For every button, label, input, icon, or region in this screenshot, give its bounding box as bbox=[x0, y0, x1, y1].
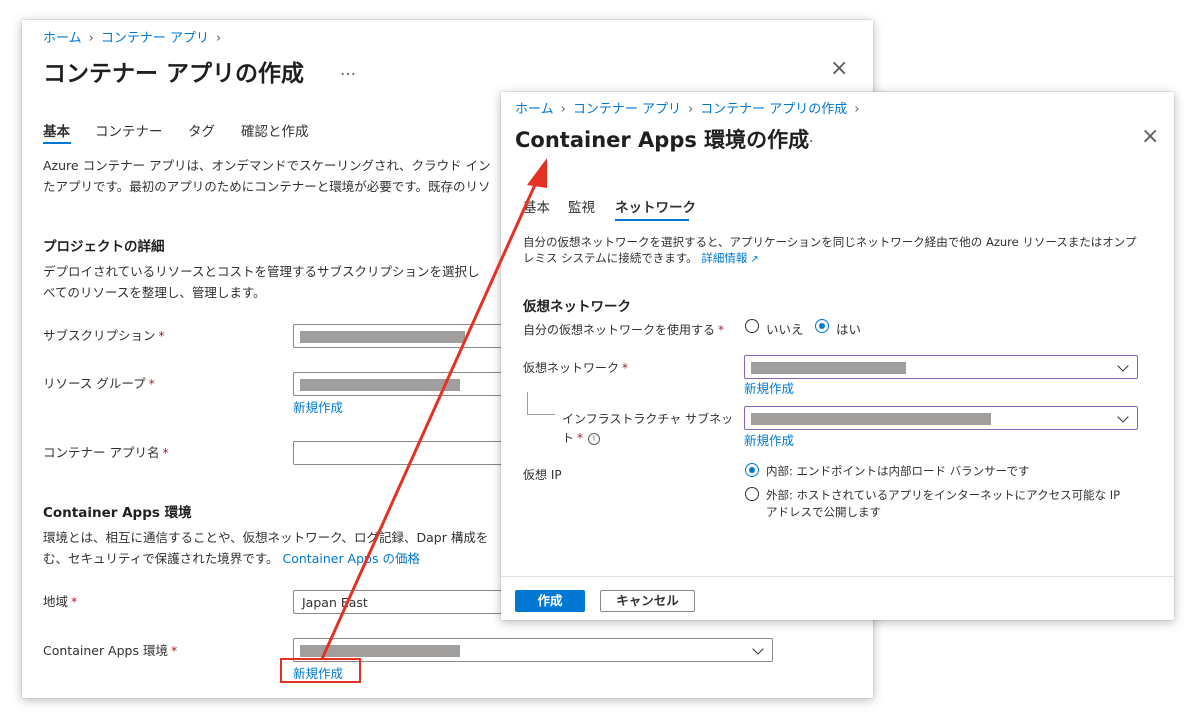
subnet-new-link[interactable]: 新規作成 bbox=[744, 430, 794, 449]
close-icon[interactable]: × bbox=[830, 56, 848, 81]
subscription-select[interactable] bbox=[293, 324, 513, 348]
project-text-line1: デプロイされているリソースとコストを管理するサブスクリプションを選択し bbox=[43, 264, 480, 279]
close-icon[interactable]: × bbox=[1141, 124, 1159, 149]
radio-no-label: いいえ bbox=[766, 322, 804, 337]
radio-internal[interactable] bbox=[745, 463, 759, 477]
radio-no[interactable] bbox=[745, 319, 759, 333]
tab-container[interactable]: コンテナー bbox=[95, 120, 163, 140]
redacted-value bbox=[300, 331, 465, 343]
breadcrumb-container-apps[interactable]: コンテナー アプリ bbox=[101, 31, 209, 46]
vnet-label: 仮想ネットワーク * bbox=[523, 361, 629, 375]
external-link-icon: ↗ bbox=[750, 254, 759, 265]
radio-external[interactable] bbox=[745, 487, 759, 501]
breadcrumb: ホーム › コンテナー アプリ › bbox=[43, 31, 222, 46]
chevron-down-icon bbox=[1117, 411, 1129, 423]
resource-group-select[interactable] bbox=[293, 372, 513, 396]
environment-heading: Container Apps 環境 bbox=[43, 505, 192, 521]
resource-group-new-link[interactable]: 新規作成 bbox=[293, 397, 343, 416]
pricing-link[interactable]: Container Apps の価格 bbox=[283, 551, 420, 566]
breadcrumb-create-app[interactable]: コンテナー アプリの作成 bbox=[700, 102, 847, 117]
vnet-select[interactable] bbox=[744, 355, 1138, 379]
subscription-label: サブスクリプション * bbox=[43, 328, 165, 343]
environment-select[interactable] bbox=[293, 638, 773, 662]
subnet-select[interactable] bbox=[744, 406, 1138, 430]
environment-text-line2: む、セキュリティで保護された境界です。 Container Apps の価格 bbox=[43, 551, 420, 566]
app-name-input[interactable] bbox=[293, 441, 513, 465]
environment-text-line1: 環境とは、相互に通信することや、仮想ネットワーク、ログ記録、Dapr 構成を bbox=[43, 530, 489, 545]
vnet-new-link[interactable]: 新規作成 bbox=[744, 378, 794, 397]
page-title: Container Apps 環境の作成 bbox=[515, 128, 810, 152]
radio-yes[interactable] bbox=[815, 319, 829, 333]
redacted-value bbox=[300, 379, 460, 391]
subnet-label: インフラストラクチャ サブネッ bbox=[562, 412, 734, 426]
tab-basics[interactable]: 基本 bbox=[523, 196, 550, 216]
project-text-line2: べてのリソースを整理し、管理します。 bbox=[43, 285, 266, 300]
footer-divider bbox=[501, 576, 1174, 577]
description-line2: レミス システムに接続できます。 詳細情報 ↗ bbox=[523, 251, 759, 265]
breadcrumb: ホーム › コンテナー アプリ › コンテナー アプリの作成 › bbox=[515, 102, 860, 117]
redacted-value bbox=[300, 645, 460, 657]
page-title: コンテナー アプリの作成 bbox=[43, 61, 305, 87]
vnet-heading: 仮想ネットワーク bbox=[523, 299, 631, 315]
chevron-down-icon bbox=[1117, 360, 1129, 372]
subnet-label-continued: ト * i bbox=[562, 429, 601, 446]
chevron-down-icon bbox=[752, 643, 764, 655]
tab-review-create[interactable]: 確認と作成 bbox=[241, 120, 309, 140]
radio-external-label: 外部: ホストされているアプリをインターネットにアクセス可能な IP bbox=[766, 488, 1121, 502]
tab-basics[interactable]: 基本 bbox=[43, 120, 70, 140]
use-own-vnet-label: 自分の仮想ネットワークを使用する * bbox=[523, 323, 725, 337]
intro-text-line2: たアプリです。最初のアプリのためにコンテナーと環境が必要です。既存のリソ bbox=[43, 179, 491, 194]
virtual-ip-label: 仮想 IP bbox=[523, 468, 562, 482]
breadcrumb-container-apps[interactable]: コンテナー アプリ bbox=[573, 102, 681, 117]
more-options-icon[interactable]: … bbox=[340, 60, 356, 79]
tab-networking[interactable]: ネットワーク bbox=[615, 196, 696, 216]
create-button[interactable]: 作成 bbox=[515, 590, 585, 612]
breadcrumb-home[interactable]: ホーム bbox=[515, 102, 554, 117]
region-label: 地域 * bbox=[43, 594, 78, 609]
info-icon[interactable]: i bbox=[588, 432, 601, 445]
radio-internal-label: 内部: エンドポイントは内部ロード バランサーです bbox=[766, 464, 1030, 478]
project-details-heading: プロジェクトの詳細 bbox=[43, 239, 165, 255]
app-name-label: コンテナー アプリ名 * bbox=[43, 445, 169, 460]
create-environment-panel: ホーム › コンテナー アプリ › コンテナー アプリの作成 › Container Ap… bbox=[501, 92, 1174, 620]
radio-yes-label: はい bbox=[836, 322, 862, 337]
redacted-value bbox=[751, 413, 991, 425]
tab-tags[interactable]: タグ bbox=[188, 120, 215, 140]
cancel-button[interactable]: キャンセル bbox=[600, 590, 695, 612]
more-options-icon[interactable]: … bbox=[798, 127, 814, 146]
resource-group-label: リソース グループ * bbox=[43, 376, 155, 391]
annotation-highlight-box bbox=[280, 658, 361, 683]
tab-monitoring[interactable]: 監視 bbox=[568, 196, 595, 216]
intro-text-line1: Azure コンテナー アプリは、オンデマンドでスケーリングされ、クラウド イン bbox=[43, 158, 491, 173]
active-tab-indicator bbox=[43, 142, 71, 144]
tree-connector bbox=[527, 414, 555, 415]
environment-label: Container Apps 環境 * bbox=[43, 643, 178, 658]
region-value: Japan East bbox=[302, 595, 368, 610]
learn-more-link[interactable]: 詳細情報 ↗ bbox=[701, 251, 758, 265]
active-tab-indicator bbox=[615, 219, 689, 221]
redacted-value bbox=[751, 362, 906, 374]
breadcrumb-home[interactable]: ホーム bbox=[43, 31, 82, 46]
region-select[interactable]: Japan East bbox=[293, 590, 513, 614]
tree-connector bbox=[527, 392, 528, 414]
radio-external-label-continued: アドレスで公開します bbox=[766, 505, 881, 519]
